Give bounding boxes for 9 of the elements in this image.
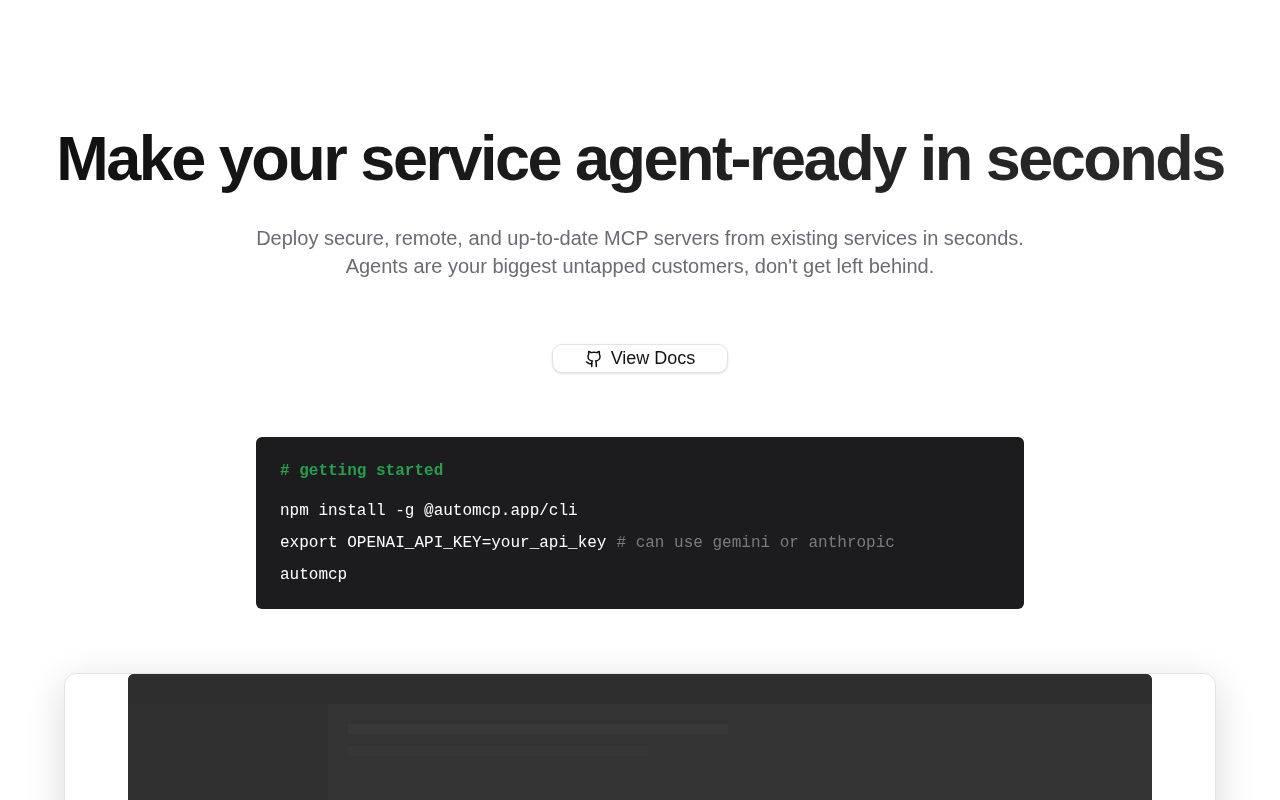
- code-line: automcp: [280, 565, 348, 585]
- view-docs-button[interactable]: View Docs: [551, 344, 729, 373]
- code-comment: # can use gemini or anthropic: [616, 533, 895, 553]
- github-icon: [584, 349, 603, 368]
- hero-subtitle: Agents are your biggest untapped customers, don't get left behind.: [345, 254, 935, 279]
- code-line: npm install -g @automcp.app/cli: [280, 501, 578, 521]
- code-line: export OPENAI_API_KEY=your_api_key: [280, 533, 607, 553]
- code-comment: # getting started: [280, 461, 445, 481]
- hero-subtitle: Deploy secure, remote, and up-to-date MCP servers from existing services in seconds.: [256, 226, 1024, 251]
